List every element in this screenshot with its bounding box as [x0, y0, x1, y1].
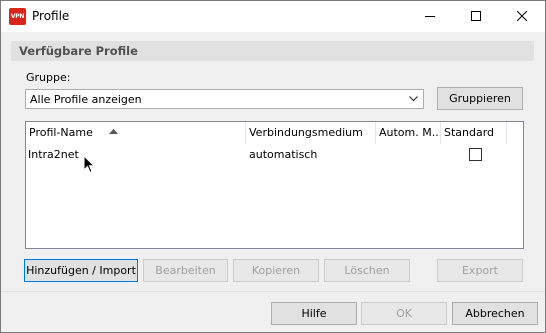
mouse-cursor-icon — [83, 155, 96, 174]
title-bar: VPN Profile — [1, 1, 545, 32]
dialog-footer: Hilfe OK Abbrechen — [1, 291, 545, 332]
group-button[interactable]: Gruppieren — [437, 87, 523, 110]
delete-button[interactable]: Löschen — [324, 259, 410, 282]
row-medium: automatisch — [249, 148, 318, 161]
column-header-label: Standard — [444, 126, 495, 139]
column-header-label: Autom. M... — [379, 126, 441, 139]
row-profile-name[interactable]: Intra2net — [28, 148, 79, 161]
row-standard-checkbox[interactable] — [469, 148, 482, 161]
maximize-icon — [471, 11, 481, 21]
close-icon — [517, 11, 527, 21]
cancel-button[interactable]: Abbrechen — [452, 302, 538, 325]
column-header-label: Profil-Name — [29, 126, 93, 139]
group-select[interactable]: Alle Profile anzeigen — [25, 89, 424, 109]
column-header-profile-name[interactable]: Profil-Name — [26, 122, 246, 144]
vpn-app-icon: VPN — [9, 8, 26, 25]
group-label: Gruppe: — [26, 71, 71, 84]
edit-button[interactable]: Bearbeiten — [143, 259, 228, 282]
help-button[interactable]: Hilfe — [271, 302, 357, 325]
maximize-button[interactable] — [453, 1, 499, 32]
profile-list[interactable]: Profil-Name Verbindungsmedium Autom. M..… — [25, 121, 524, 249]
column-header-label: Verbindungsmedium — [249, 126, 363, 139]
column-header-autom[interactable]: Autom. M... — [376, 122, 441, 144]
window-title: Profile — [32, 9, 70, 23]
minimize-button[interactable] — [407, 1, 453, 32]
sort-ascending-icon — [109, 129, 118, 134]
column-header-standard[interactable]: Standard — [441, 122, 507, 144]
profile-dialog: VPN Profile Verfügbare Profile Gruppe: A… — [0, 0, 546, 333]
column-header-medium[interactable]: Verbindungsmedium — [246, 122, 376, 144]
export-button[interactable]: Export — [437, 259, 523, 282]
add-import-button[interactable]: Hinzufügen / Import — [24, 259, 138, 282]
section-title: Verfügbare Profile — [19, 44, 138, 58]
group-select-value: Alle Profile anzeigen — [30, 93, 142, 106]
close-button[interactable] — [499, 1, 545, 32]
copy-button[interactable]: Kopieren — [233, 259, 319, 282]
section-header: Verfügbare Profile — [11, 41, 534, 61]
minimize-icon — [425, 16, 435, 17]
ok-button[interactable]: OK — [361, 302, 447, 325]
chevron-down-icon — [409, 96, 418, 102]
